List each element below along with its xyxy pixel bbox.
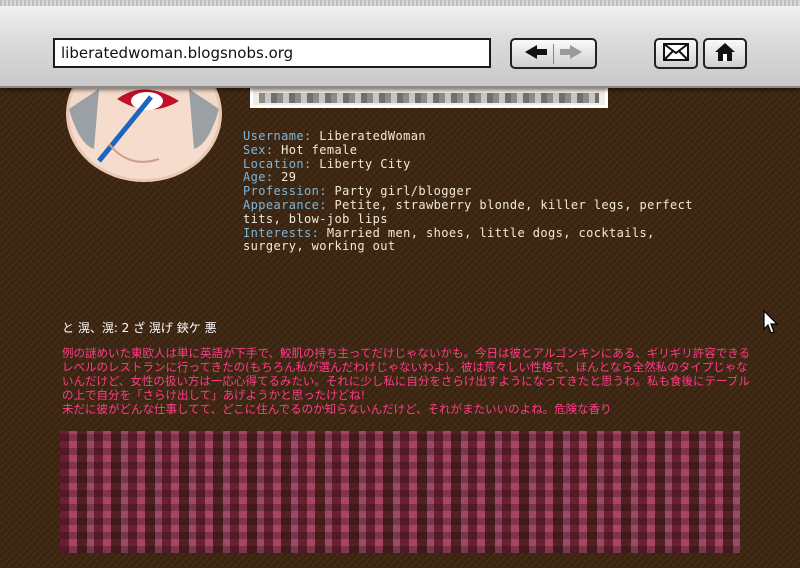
- back-arrow-icon[interactable]: [525, 44, 547, 63]
- photo-strip: [250, 86, 608, 108]
- profile-info: Username: LiberatedWoman Sex: Hot female…: [243, 129, 703, 254]
- profile-row-interests: Interests: Married men, shoes, little do…: [243, 225, 655, 254]
- nav-divider: [553, 43, 554, 64]
- profile-row-appearance: Appearance: Petite, strawberry blonde, k…: [243, 197, 693, 226]
- mail-button[interactable]: [654, 38, 698, 69]
- home-button[interactable]: [703, 38, 747, 69]
- post-paragraph: 例の謎めいた東欧人は単に英語が下手で、鮫肌の持ち主ってだけじゃないかも。今日は彼…: [62, 346, 751, 402]
- mouse-cursor-icon: [763, 309, 779, 338]
- mail-icon: [663, 42, 689, 65]
- post-body: 例の謎めいた東欧人は単に英語が下手で、鮫肌の持ち主ってだけじゃないかも。今日は彼…: [62, 346, 752, 416]
- profile-row-age: Age: 29: [243, 170, 297, 185]
- profile-row-sex: Sex: Hot female: [243, 142, 358, 157]
- home-icon: [714, 42, 736, 66]
- post-paragraph: 未だに彼がどんな仕事してて、どこに住んでるのか知らないんだけど、それがまたいいの…: [62, 402, 612, 416]
- address-bar[interactable]: liberatedwoman.blogsnobs.org: [53, 38, 491, 68]
- blog-page: Username: LiberatedWoman Sex: Hot female…: [0, 46, 800, 568]
- post-title: と 滉、滉: 2 ざ 滉げ 鋏ケ 悪: [62, 321, 217, 335]
- profile-row-location: Location: Liberty City: [243, 156, 411, 171]
- forward-arrow-icon[interactable]: [560, 44, 582, 63]
- profile-row-username: Username: LiberatedWoman: [243, 129, 426, 143]
- browser-toolbar: liberatedwoman.blogsnobs.org: [0, 0, 800, 88]
- profile-row-profession: Profession: Party girl/blogger: [243, 184, 472, 199]
- censored-strip: [259, 93, 599, 103]
- censored-text-block: [60, 431, 740, 553]
- back-forward-button[interactable]: [510, 38, 597, 69]
